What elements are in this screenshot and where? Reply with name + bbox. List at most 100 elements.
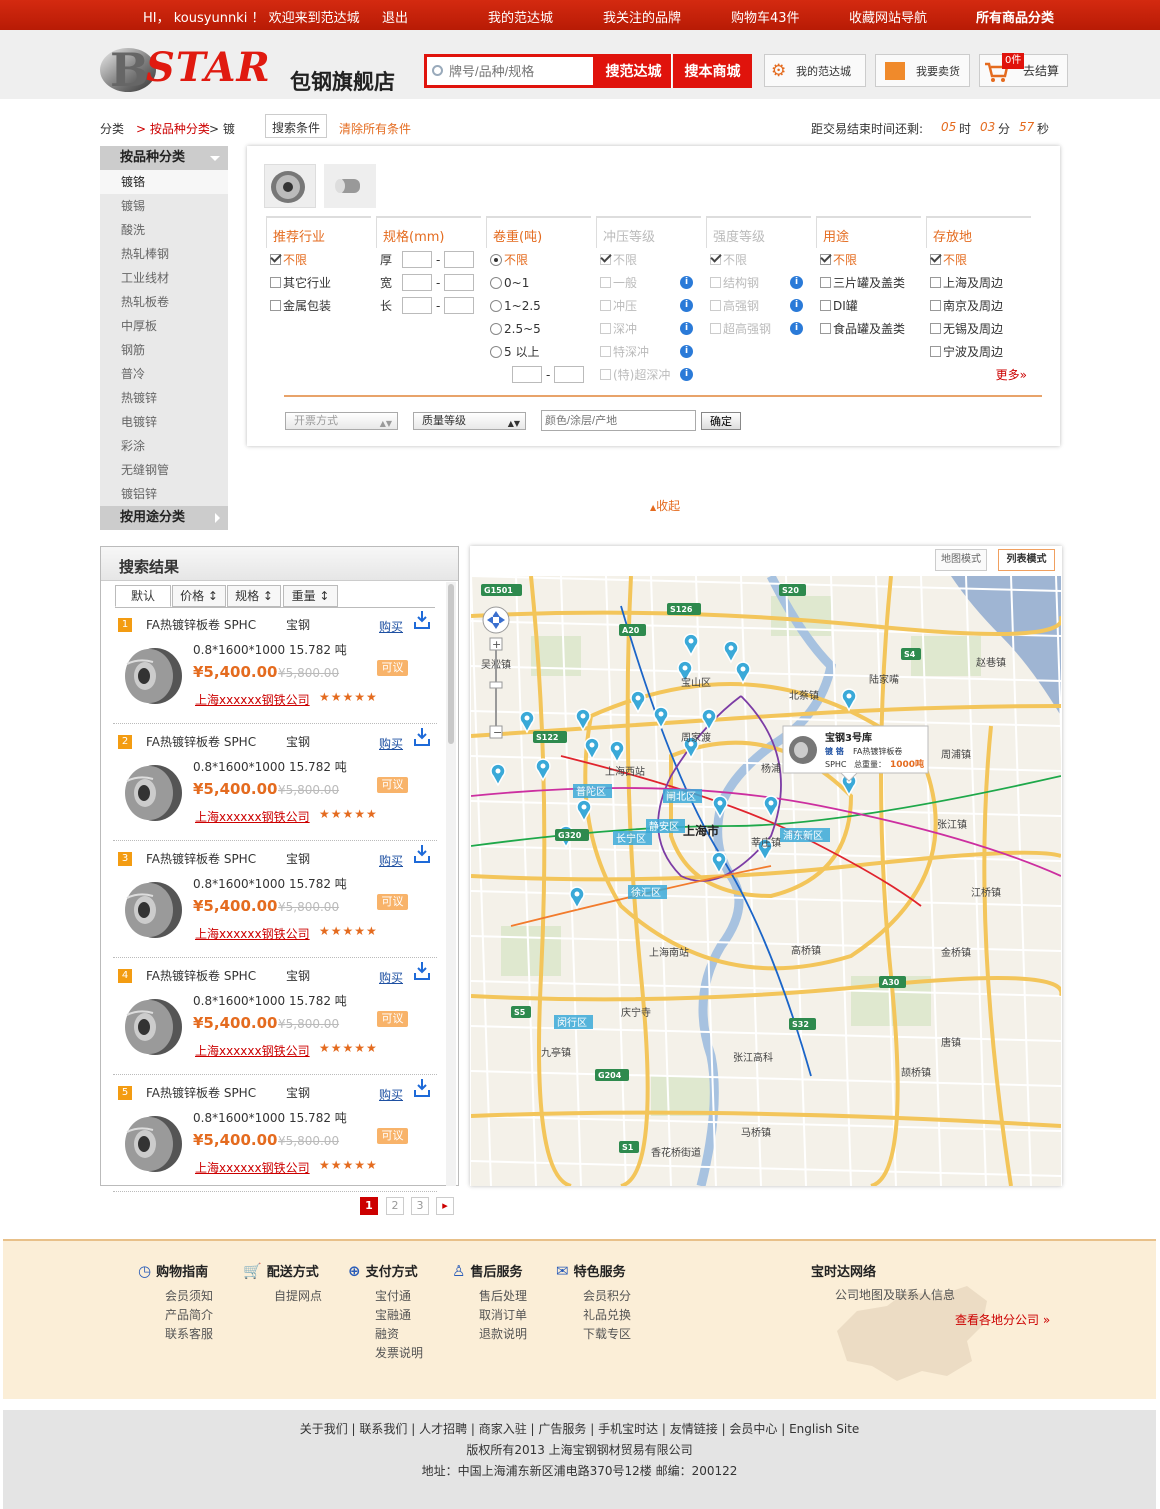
filter-option[interactable]: 上海及周边 (926, 271, 1031, 294)
result-item[interactable]: 4 FA热镀锌板卷 SPHC 宝钢 购买 0.8*1600*1000 15.782 吨 ¥… (113, 959, 437, 1075)
category-item[interactable]: 热轧棒钢 (100, 242, 228, 266)
breadcrumb-root[interactable]: 分类 (100, 120, 124, 137)
category-item[interactable]: 中厚板 (100, 314, 228, 338)
filter-option[interactable]: 不限 (816, 248, 921, 271)
coil-image[interactable] (119, 644, 185, 706)
product-name[interactable]: FA热镀锌板卷 SPHC (146, 1084, 256, 1101)
footer-link[interactable]: 融资 (375, 1325, 399, 1342)
search-conditions-tab[interactable]: 搜索条件 (265, 114, 328, 138)
seller-link[interactable]: 上海xxxxxx钢铁公司 (195, 1042, 310, 1059)
coil-image[interactable] (119, 761, 185, 823)
search-store-button[interactable]: 搜本商城 (673, 54, 752, 88)
favorite-nav-link[interactable]: 收藏网站导航 (849, 7, 927, 26)
footer-link[interactable]: 联系客服 (165, 1325, 213, 1342)
footer-link[interactable]: 退款说明 (479, 1325, 527, 1342)
map-canvas[interactable]: 普陀区 闸北区静安区长宁区徐汇区 浦东新区闵行区 杨浦 陆家嘴上海西站上海南站 张江镇 周浦… (471, 576, 1061, 1186)
map-mode-tab[interactable]: 地图模式 (935, 549, 987, 571)
info-icon[interactable]: i (680, 345, 693, 358)
result-item[interactable]: 3 FA热镀锌板卷 SPHC 宝钢 购买 0.8*1600*1000 15.782 吨 ¥… (113, 842, 437, 958)
footer-link[interactable]: 会员须知 (165, 1287, 213, 1304)
filter-option[interactable]: 2.5~5 (486, 317, 591, 340)
confirm-button[interactable]: 确定 (701, 412, 741, 430)
weight-max-input[interactable] (554, 366, 585, 383)
filter-option[interactable]: 0~1 (486, 271, 591, 294)
sell-button[interactable]: 我要卖货 (875, 54, 970, 87)
zoom-out-icon[interactable]: − (493, 726, 502, 739)
buy-link[interactable]: 购买 (379, 852, 403, 869)
footer-link[interactable]: 宝融通 (375, 1306, 411, 1323)
filter-option[interactable]: 其它行业 (266, 271, 371, 294)
category-item[interactable]: 工业线材 (100, 266, 228, 290)
warehouse-popup[interactable]: 宝钢3号库镀 铬 FA热镀锌板卷 SPHC 总重量： 1000吨 (782, 725, 929, 782)
category-item[interactable]: 钢筋 (100, 338, 228, 362)
filter-option[interactable]: 1~2.5 (486, 294, 591, 317)
product-thumb-coil[interactable] (264, 164, 316, 208)
add-to-cart-icon[interactable] (413, 1078, 431, 1098)
category-item[interactable]: 酸洗 (100, 218, 228, 242)
invoice-select[interactable]: 开票方式 ▲▼ (285, 412, 398, 430)
footer-link[interactable]: 下载专区 (583, 1325, 631, 1342)
more-locations-link[interactable]: 更多» (926, 363, 1031, 386)
filter-option[interactable]: 无锡及周边 (926, 317, 1031, 340)
footer-link[interactable]: 发票说明 (375, 1344, 423, 1361)
footer-link[interactable]: 自提网点 (274, 1287, 322, 1304)
info-icon[interactable]: i (790, 322, 803, 335)
category-item[interactable]: 镀铝锌 (100, 482, 228, 506)
page-1-button[interactable]: 1 (360, 1197, 378, 1215)
category-item[interactable]: 镀锡 (100, 194, 228, 218)
width-min-input[interactable] (402, 274, 433, 291)
info-icon[interactable]: i (680, 322, 693, 335)
category-item[interactable]: 热轧板卷 (100, 290, 228, 314)
category-by-variety-header[interactable]: 按品种分类 (100, 146, 228, 170)
thickness-max-input[interactable] (444, 251, 475, 268)
coil-image[interactable] (119, 1112, 185, 1174)
category-item[interactable]: 彩涂 (100, 434, 228, 458)
seller-link[interactable]: 上海xxxxxx钢铁公司 (195, 1159, 310, 1176)
search-fanda-button[interactable]: 搜范达城 (596, 54, 672, 88)
add-to-cart-icon[interactable] (413, 727, 431, 747)
page-2-button[interactable]: 2 (386, 1197, 404, 1215)
coil-image[interactable] (119, 878, 185, 940)
list-mode-tab[interactable]: 列表模式 (998, 549, 1055, 571)
logout-link[interactable]: 退出 (382, 7, 408, 26)
product-name[interactable]: FA热镀锌板卷 SPHC (146, 967, 256, 984)
extra-conditions-input[interactable] (541, 410, 696, 431)
all-categories-link[interactable]: 所有商品分类 (976, 7, 1054, 26)
footer-link[interactable]: 礼品兑换 (583, 1306, 631, 1323)
seller-link[interactable]: 上海xxxxxx钢铁公司 (195, 691, 310, 708)
followed-brands-link[interactable]: 我关注的品牌 (603, 7, 681, 26)
quality-select[interactable]: 质量等级 ▲▼ (413, 412, 526, 430)
result-item[interactable]: 5 FA热镀锌板卷 SPHC 宝钢 购买 0.8*1600*1000 15.782 吨 ¥… (113, 1076, 437, 1192)
category-item[interactable]: 普冷 (100, 362, 228, 386)
info-icon[interactable]: i (790, 299, 803, 312)
info-icon[interactable]: i (680, 276, 693, 289)
product-name[interactable]: FA热镀锌板卷 SPHC (146, 850, 256, 867)
length-min-input[interactable] (402, 297, 433, 314)
filter-option[interactable]: 宁波及周边 (926, 340, 1031, 363)
footer-link[interactable]: 产品简介 (165, 1306, 213, 1323)
buy-link[interactable]: 购买 (379, 618, 403, 635)
product-name[interactable]: FA热镀锌板卷 SPHC (146, 733, 256, 750)
footer-nav-links[interactable]: 关于我们 | 联系我们 | 人才招聘 | 商家入驻 | 广告服务 | 手机宝时达… (3, 1420, 1156, 1437)
info-icon[interactable]: i (680, 368, 693, 381)
sort-weight-tab[interactable]: 重量 ↕ (283, 585, 338, 607)
filter-option[interactable]: 5 以上 (486, 340, 591, 363)
checkout-button[interactable]: 0件 去结算 (979, 53, 1068, 87)
add-to-cart-icon[interactable] (413, 844, 431, 864)
collapse-link[interactable]: ▲收起 (650, 497, 680, 514)
buy-link[interactable]: 购买 (379, 735, 403, 752)
my-fanda-link[interactable]: 我的范达城 (488, 7, 553, 26)
category-item[interactable]: 镀铬 (100, 170, 228, 194)
result-item[interactable]: 2 FA热镀锌板卷 SPHC 宝钢 购买 0.8*1600*1000 15.782 吨 ¥… (113, 725, 437, 841)
thickness-min-input[interactable] (402, 251, 433, 268)
filter-option[interactable]: 南京及周边 (926, 294, 1031, 317)
buy-link[interactable]: 购买 (379, 969, 403, 986)
info-icon[interactable]: i (790, 276, 803, 289)
result-item[interactable]: 1 FA热镀锌板卷 SPHC 宝钢 购买 0.8*1600*1000 15.782 吨 ¥… (113, 608, 437, 724)
product-name[interactable]: FA热镀锌板卷 SPHC (146, 616, 256, 633)
coil-image[interactable] (119, 995, 185, 1057)
clear-all-conditions-link[interactable]: 清除所有条件 (339, 120, 411, 137)
seller-link[interactable]: 上海xxxxxx钢铁公司 (195, 808, 310, 825)
footer-link[interactable]: 宝付通 (375, 1287, 411, 1304)
add-to-cart-icon[interactable] (413, 610, 431, 630)
